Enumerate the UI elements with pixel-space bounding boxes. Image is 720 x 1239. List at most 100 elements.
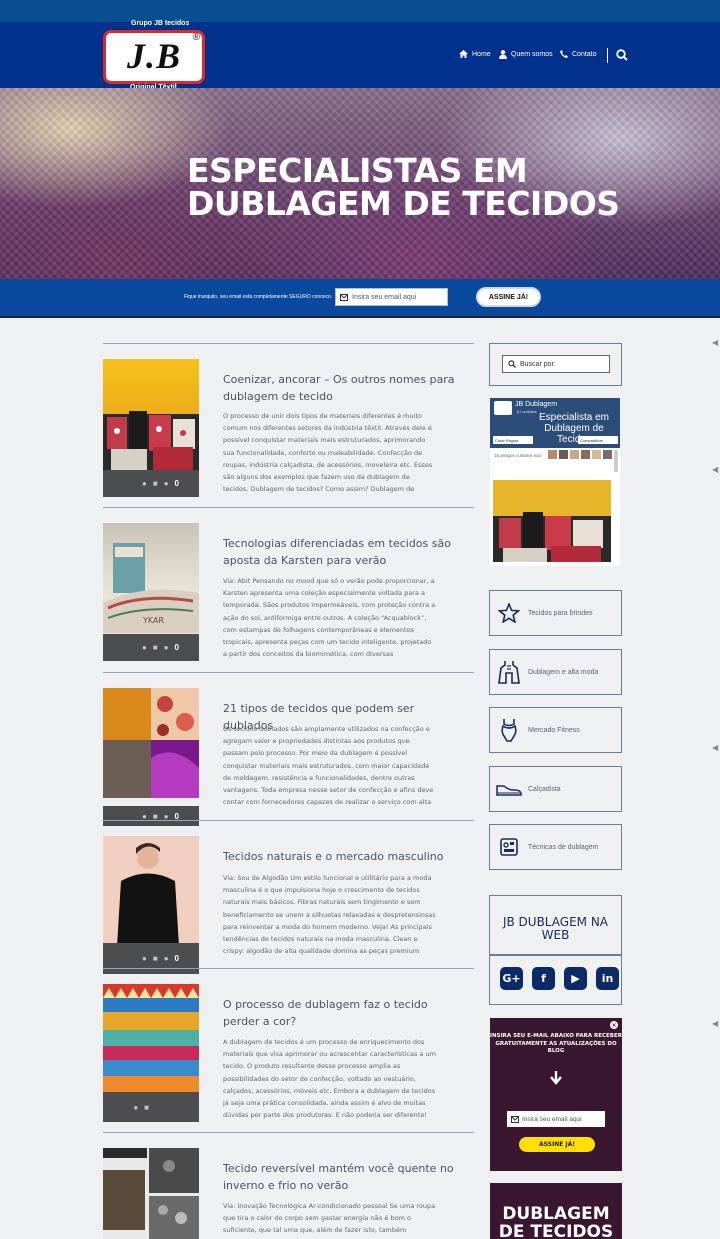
promo-banner[interactable]: DUBLAGEM DE TECIDOS [490,1183,622,1239]
logo-registered-mark: ® [192,32,200,43]
category-label: Dublagem e alta moda [528,668,599,676]
comment-count: 0 [174,643,179,652]
logo-text: J.B [126,36,181,76]
post-divider [103,1132,474,1133]
category-label: Tecidos para brindes [528,609,593,617]
facebook-scrollbar[interactable] [614,450,618,472]
dress-icon [490,660,528,684]
subscribe-note: Fique tranquilo, seu email está completa… [184,294,333,300]
sidebar-search-placeholder: Buscar por: [520,360,556,368]
post-thumbnail[interactable]: ● ■ ● 0 [103,688,199,826]
post-divider [103,343,474,344]
comment-count: 0 [174,479,179,488]
post-excerpt: A dublagem de tecidos é um processo de e… [223,1038,436,1120]
machine-icon [490,837,528,857]
comment-icon: ● [163,954,169,963]
facebook-friend-avatars [548,450,612,459]
facebook-like-button[interactable]: Curtir Página [493,436,533,444]
comment-icon: ● [163,643,169,652]
post-meta: ● ■ [103,1092,199,1122]
newsletter-email-placeholder: Insira seu email aqui [522,1115,582,1123]
nav-contato-label: Contato [572,50,597,58]
category-label: Técnicas de dublagem [528,843,599,851]
post-thumbnail[interactable]: ● ■ ● 0 [103,836,199,974]
star-icon [490,603,528,623]
site-logo[interactable]: J.B ® [103,30,205,84]
category-label: Mercado Fitness [528,726,580,734]
post-title[interactable]: Tecidos naturais e o mercado masculino [223,848,463,865]
home-icon [459,50,468,58]
sidebar-search-input[interactable]: Buscar por: [502,355,610,373]
nav-contato[interactable]: Contato [560,50,597,58]
post-title[interactable]: Tecnologias diferenciadas em tecidos são… [223,535,463,569]
envelope-icon [511,1115,519,1123]
post-excerpt: Via: Inovação Tecnológica Ar-condicionad… [223,1202,436,1239]
facebook-page-widget[interactable]: JB Dublagem 67 curtidas Especialista em … [490,398,620,566]
subscribe-button[interactable]: ASSINE JÁ! [476,287,541,307]
chevron-left-icon[interactable]: ◀ [712,743,720,752]
subscribe-email-placeholder: Insira seu email aqui [352,293,417,301]
chevron-left-icon[interactable]: ◀ [712,465,720,474]
phone-icon [560,50,568,58]
newsletter-email-input[interactable]: Insira seu email aqui [507,1111,605,1127]
post-title[interactable]: Tecido reversível mantém você quente no … [223,1160,463,1194]
folder-icon: ■ [152,643,158,652]
nav-home-label: Home [472,50,491,58]
newsletter-widget: × Insira seu e-mail abaixo para receber … [490,1018,622,1171]
post-excerpt: Via: Abit Pensando no mood que só o verã… [223,577,436,659]
folder-icon: ■ [144,1102,149,1112]
category-tecidos-para-brindes[interactable]: Tecidos para brindes [489,590,622,636]
facebook-friends-text: 15 amigos curtiram isso [494,453,542,458]
nav-quem-somos[interactable]: Quem somos [499,50,553,59]
facebook-post-image [493,480,611,562]
comment-icon: ● [163,479,169,488]
post-meta: ● ■ ● 0 [103,470,199,497]
hero-title-line2: DUBLAGEM DE TECIDOS [187,184,620,223]
author-icon: ● [133,1102,139,1112]
facebook-share-button[interactable]: Compartilhar [578,436,618,444]
post-thumbnail[interactable]: ● ■ ● 0 [103,359,199,497]
facebook-page-avatar [494,401,512,415]
shoe-icon [490,782,528,796]
folder-icon: ■ [152,479,158,488]
post-meta: ● ■ ● 0 [103,943,199,974]
chevron-left-icon[interactable]: ◀ [712,338,720,347]
close-icon[interactable]: × [610,1021,618,1029]
category-mercado-fitness[interactable]: Mercado Fitness [489,707,622,753]
category-label: Calçadista [528,785,561,793]
post-meta: ● ■ ● 0 [103,806,199,826]
post-meta: ● ■ ● 0 [103,634,199,661]
subscribe-email-input[interactable]: Insira seu email aqui [335,288,448,306]
envelope-icon [340,293,348,301]
nav-home[interactable]: Home [459,50,491,58]
hero-title: ESPECIALISTAS EM DUBLAGEM DE TECIDOS [187,154,620,220]
post-thumbnail[interactable]: ● ■ [103,984,199,1122]
search-icon [508,360,516,368]
google-plus-icon[interactable]: G+ [500,967,523,990]
post-thumbnail[interactable]: YKAR ● ■ ● 0 [103,523,199,661]
newsletter-subscribe-button[interactable]: ASSINE JÁ! [519,1137,595,1152]
post-divider [103,507,474,508]
post-title[interactable]: O processo de dublagem faz o tecido perd… [223,996,463,1030]
post-excerpt: O processo de unir dois tipos de materia… [223,412,433,494]
hero-title-line1: ESPECIALISTAS EM [187,151,528,190]
user-icon [499,50,507,59]
category-dublagem-e-alta-moda[interactable]: Dublagem e alta moda [489,649,622,695]
chevron-left-icon[interactable]: ◀ [712,1019,720,1028]
post-divider [103,672,474,673]
facebook-page-name[interactable]: JB Dublagem [515,401,557,408]
linkedin-icon[interactable]: in [596,967,619,990]
search-icon[interactable] [615,48,629,62]
category-calcadista[interactable]: Calçadista [489,766,622,812]
facebook-cover: JB Dublagem 67 curtidas Especialista em … [490,398,620,448]
post-thumbnail[interactable] [103,1148,199,1239]
category-tecnicas-de-dublagem[interactable]: Técnicas de dublagem [489,824,622,870]
author-icon: ● [142,643,147,652]
social-title: JB DUBLAGEM NA WEB [502,915,609,942]
youtube-icon[interactable]: ▶ [564,967,587,990]
top-strip [0,0,720,22]
nav-separator [607,48,608,63]
arrow-down-icon [550,1071,562,1085]
facebook-icon[interactable]: f [532,967,555,990]
post-title[interactable]: Coenizar, ancorar – Os outros nomes para… [223,371,463,405]
